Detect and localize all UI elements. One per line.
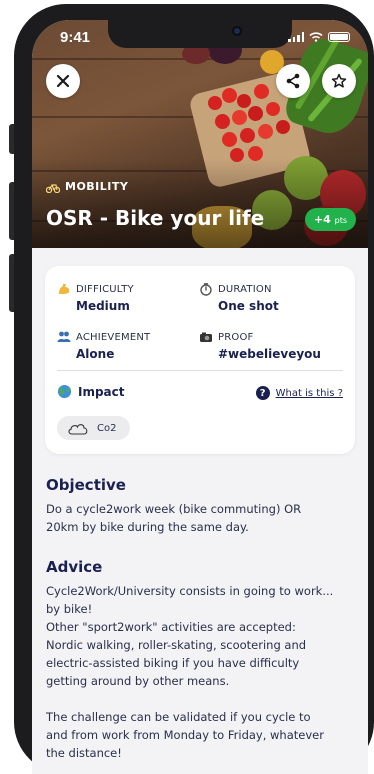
challenge-title: OSR - Bike your life — [46, 206, 265, 230]
duration-info: DURATION One shot — [199, 282, 279, 313]
duration-value: One shot — [218, 299, 279, 313]
advice-text: Cycle2Work/University consists in going … — [46, 584, 334, 760]
volume-up-button — [9, 182, 14, 240]
bike-mobility-icon — [46, 183, 60, 193]
points-value: +4 — [313, 213, 331, 226]
category-label: MOBILITY — [65, 180, 129, 193]
volume-down-button — [9, 254, 14, 312]
mute-switch — [9, 124, 14, 154]
globe-icon — [57, 384, 72, 399]
difficulty-value: Medium — [76, 299, 130, 313]
objective-text: Do a cycle2work week (bike commuting) OR… — [46, 502, 302, 534]
status-icons — [288, 32, 350, 42]
front-camera — [232, 26, 242, 36]
star-icon — [331, 73, 347, 88]
what-is-this-label: What is this ? — [275, 387, 343, 399]
proof-label: PROOF — [218, 331, 254, 343]
objective-title: Objective — [46, 476, 126, 494]
app-screen: 9:41 MOBILITY OSR - Bike your life +4 pt… — [32, 20, 368, 774]
achievement-label: ACHIEVEMENT — [76, 331, 151, 343]
device-notch — [108, 20, 292, 48]
status-time: 9:41 — [60, 29, 91, 46]
challenge-info-card: DIFFICULTY Medium DURATION One shot ACHI… — [45, 266, 355, 454]
camera-icon — [200, 332, 212, 342]
impact-chip-label: Co2 — [97, 422, 117, 434]
share-button[interactable] — [276, 64, 310, 98]
favorite-button[interactable] — [322, 64, 356, 98]
difficulty-label: DIFFICULTY — [76, 283, 134, 295]
proof-info: PROOF #webelieveyou — [199, 330, 321, 361]
what-is-this-link[interactable]: ? What is this ? — [255, 386, 343, 400]
people-icon — [57, 331, 71, 342]
points-badge: +4 pts — [304, 208, 356, 231]
achievement-value: Alone — [76, 347, 115, 361]
share-icon — [286, 73, 300, 89]
card-divider — [57, 370, 343, 371]
close-icon — [56, 74, 70, 88]
points-unit: pts — [334, 216, 347, 225]
battery-icon — [328, 32, 350, 42]
advice-title: Advice — [46, 558, 103, 576]
impact-chip-co2: Co2 — [57, 416, 131, 440]
achievement-info: ACHIEVEMENT Alone — [57, 330, 150, 361]
duration-label: DURATION — [218, 283, 272, 295]
close-button[interactable] — [46, 64, 80, 98]
difficulty-info: DIFFICULTY Medium — [57, 282, 134, 313]
signal-icon — [288, 32, 304, 42]
challenge-category: MOBILITY — [46, 180, 128, 193]
impact-heading: Impact — [57, 384, 125, 399]
impact-label: Impact — [78, 384, 125, 399]
stopwatch-icon — [200, 283, 212, 296]
cloud-icon — [68, 424, 88, 435]
flexed-biceps-icon — [59, 284, 70, 294]
wifi-icon — [309, 32, 323, 42]
proof-value: #webelieveyou — [218, 347, 321, 361]
question-icon: ? — [255, 386, 270, 400]
